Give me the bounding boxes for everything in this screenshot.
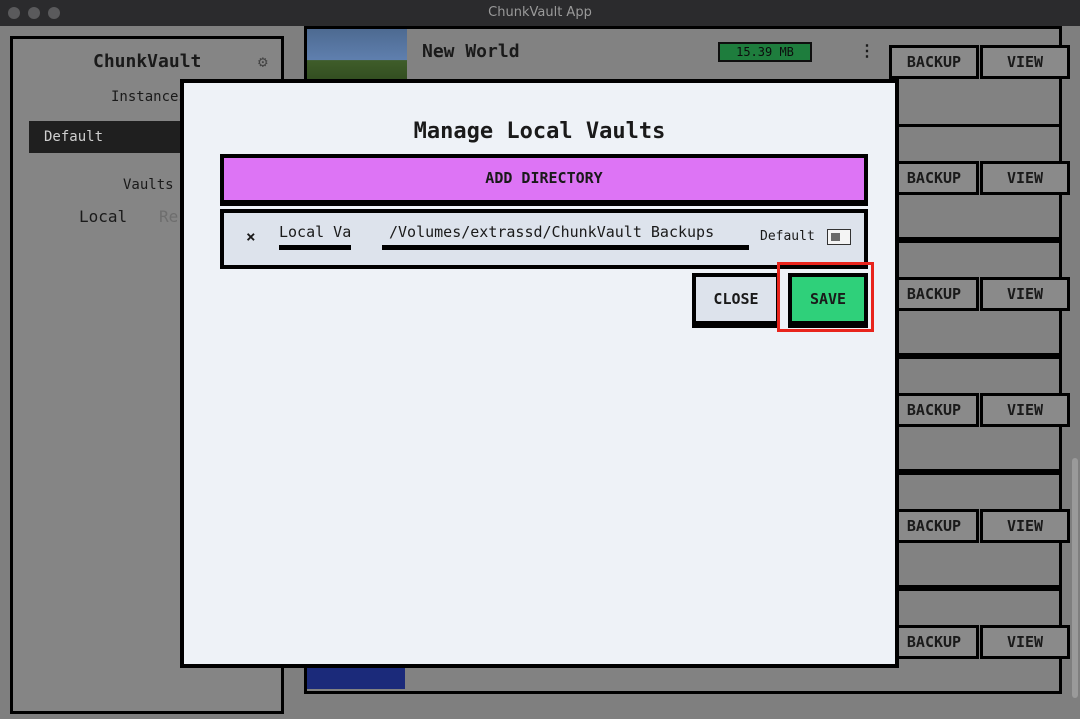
world-size-badge: 15.39 MB	[718, 42, 812, 62]
view-button[interactable]: VIEW	[980, 509, 1070, 543]
manage-vaults-modal: Manage Local Vaults ADD DIRECTORY × Defa…	[180, 79, 899, 668]
app-title: ChunkVault	[93, 51, 202, 72]
tab-local[interactable]: Local	[79, 207, 127, 226]
tab-remote[interactable]: Re	[159, 207, 178, 226]
world-thumbnail	[307, 29, 407, 85]
more-options-icon[interactable]: ⋮	[859, 41, 875, 60]
backup-button[interactable]: BACKUP	[889, 161, 979, 195]
vault-path-underline	[382, 245, 749, 250]
save-highlight-box	[777, 262, 874, 332]
gear-icon[interactable]: ⚙	[258, 52, 268, 71]
window-title: ChunkVault App	[488, 5, 592, 20]
world-thumbnail	[307, 665, 405, 689]
default-label: Default	[760, 229, 815, 244]
backup-button[interactable]: BACKUP	[889, 45, 979, 79]
add-directory-button[interactable]: ADD DIRECTORY	[220, 154, 868, 204]
vault-path-input[interactable]	[389, 223, 747, 241]
backup-button[interactable]: BACKUP	[889, 277, 979, 311]
view-button[interactable]: VIEW	[980, 277, 1070, 311]
modal-title: Manage Local Vaults	[413, 119, 666, 144]
close-button[interactable]: CLOSE	[692, 273, 780, 325]
view-button[interactable]: VIEW	[980, 45, 1070, 79]
backup-button[interactable]: BACKUP	[889, 625, 979, 659]
backup-button[interactable]: BACKUP	[889, 509, 979, 543]
close-window-icon[interactable]	[8, 7, 20, 19]
zoom-window-icon[interactable]	[48, 7, 60, 19]
world-name: New World	[422, 41, 520, 62]
vaults-heading: Vaults	[123, 177, 174, 193]
vault-row: × Default	[220, 209, 868, 269]
view-button[interactable]: VIEW	[980, 625, 1070, 659]
view-button[interactable]: VIEW	[980, 161, 1070, 195]
remove-vault-icon[interactable]: ×	[246, 227, 256, 246]
default-checkbox[interactable]	[827, 229, 851, 245]
vault-name-underline	[279, 245, 351, 250]
scrollbar[interactable]	[1072, 458, 1078, 698]
instances-heading: Instances	[111, 89, 187, 105]
backup-button[interactable]: BACKUP	[889, 393, 979, 427]
window-titlebar: ChunkVault App	[0, 0, 1080, 26]
view-button[interactable]: VIEW	[980, 393, 1070, 427]
vault-name-input[interactable]	[279, 223, 351, 241]
minimize-window-icon[interactable]	[28, 7, 40, 19]
